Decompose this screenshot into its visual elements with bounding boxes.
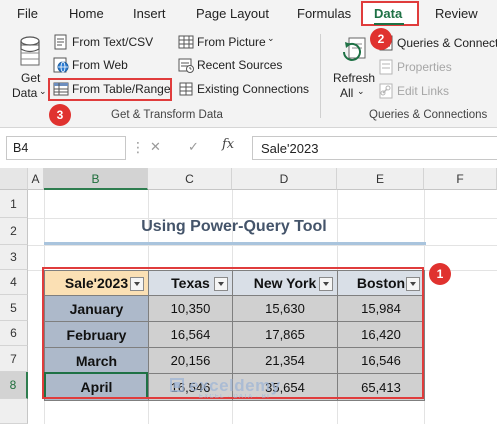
enter-icon[interactable]: ✓ [188,139,199,155]
column-header-f[interactable]: F [424,168,497,190]
properties-icon [379,59,393,75]
active-tab-underline [374,23,404,25]
column-header-d[interactable]: D [232,168,337,190]
get-data-label-1: Get [21,71,41,85]
chevron-down-icon: ⌄ [357,86,365,96]
row-header-3[interactable]: 3 [0,245,28,270]
row-header-6[interactable]: 6 [0,321,28,346]
from-web-label: From Web [72,58,128,72]
recent-sources-icon [178,58,194,73]
queries-connections-label: Queries & Connect [397,36,497,50]
column-header-c[interactable]: C [148,168,232,190]
column-header-b[interactable]: B [44,168,148,190]
from-picture-label: From Picture [197,35,266,49]
picture-icon [178,35,194,49]
row-header-7[interactable]: 7 [0,346,28,372]
existing-connections-icon [179,82,193,96]
formula-bar: B4 ⋮ ✕ ✓ fx Sale'2023 [0,128,497,168]
name-box-dropdown-icon[interactable]: ⋮ [131,139,145,156]
chevron-down-icon: ⌄ [39,86,47,96]
ribbon-group-divider [320,34,321,118]
row-header-9[interactable] [0,399,28,424]
column-header-a[interactable]: A [28,168,44,190]
properties-label: Properties [397,60,452,74]
tab-formulas[interactable]: Formulas [297,6,351,21]
refresh-icon [343,37,366,61]
select-all-corner[interactable] [0,168,28,190]
refresh-label-2: All [340,86,354,100]
sheet-title[interactable]: Using Power-Query Tool [44,218,424,242]
step-badge-2: 2 [370,28,392,50]
edit-links-label: Edit Links [397,84,450,98]
title-underline [44,242,426,245]
step-badge-1: 1 [429,263,451,285]
edit-links-icon [379,83,393,99]
table-icon [53,82,69,96]
column-header-e[interactable]: E [337,168,424,190]
chevron-down-icon: ⌄ [267,33,275,43]
text-file-icon [54,34,67,50]
step-badge-3: 3 [49,104,71,126]
recent-sources-label: Recent Sources [197,58,283,72]
tab-data[interactable]: Data [374,6,402,21]
watermark-tagline: EXCEL · DATA · BI [199,394,270,400]
exceldemy-logo-icon [170,378,184,392]
ribbon: Get Data ⌄ From Text/CSV From Web From T… [0,28,497,128]
tab-home[interactable]: Home [69,6,104,21]
group-label-get-transform: Get & Transform Data [111,109,223,121]
tab-insert[interactable]: Insert [133,6,166,21]
formula-input[interactable]: Sale'2023 [252,136,497,160]
tab-review[interactable]: Review [435,6,478,21]
function-icon[interactable]: fx [222,137,234,152]
watermark-brand: exceldemy [189,376,281,395]
from-table-range-label: From Table/Range [72,82,171,96]
gridline [28,245,497,246]
ribbon-tabs: File Home Insert Page Layout Formulas Da… [0,0,497,28]
row-header-4[interactable]: 4 [0,270,28,295]
get-data-label-2: Data [12,86,38,100]
row-header-8[interactable]: 8 [0,372,28,399]
row-header-1[interactable]: 1 [0,190,28,218]
name-box[interactable]: B4 [6,136,126,160]
row-header-2[interactable]: 2 [0,218,28,245]
refresh-label-1: Refresh [333,71,376,85]
web-globe-icon [53,57,69,73]
database-icon [20,36,40,66]
from-text-csv-label: From Text/CSV [72,35,154,49]
group-label-queries: Queries & Connections [369,109,488,121]
tab-page-layout[interactable]: Page Layout [196,6,269,21]
cancel-icon[interactable]: ✕ [150,139,161,155]
tab-file[interactable]: File [17,6,38,21]
row-header-5[interactable]: 5 [0,295,28,321]
exceldemy-watermark: exceldemy [170,376,281,396]
existing-connections-label: Existing Connections [197,82,310,96]
